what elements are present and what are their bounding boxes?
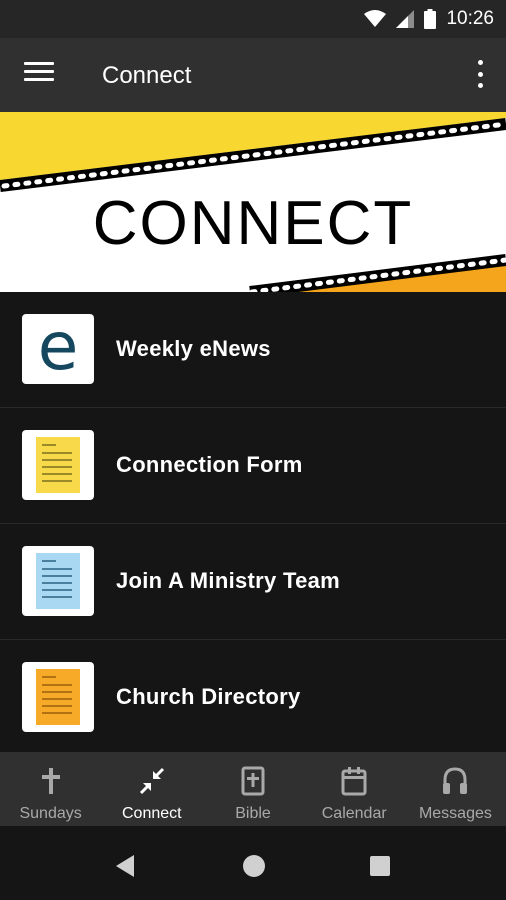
headphones-icon <box>443 767 468 794</box>
bible-icon <box>241 766 265 796</box>
bottom-navigation: Sundays Connect Bible Calendar Messages <box>0 752 506 826</box>
status-bar: 10:26 <box>0 0 506 38</box>
list-item-weekly-enews[interactable]: e Weekly eNews <box>0 292 506 408</box>
nav-label: Sundays <box>19 805 82 822</box>
system-navigation-bar <box>0 826 506 900</box>
cross-icon <box>41 768 60 794</box>
back-icon[interactable] <box>114 854 136 878</box>
yellow-document-icon <box>22 430 94 500</box>
list-item-label: Connection Form <box>116 452 303 477</box>
more-options-icon[interactable] <box>476 60 484 88</box>
nav-item-calendar[interactable]: Calendar <box>304 752 405 826</box>
list-item-church-directory[interactable]: Church Directory <box>0 640 506 756</box>
nav-item-bible[interactable]: Bible <box>202 752 303 826</box>
list-item-connection-form[interactable]: Connection Form <box>0 408 506 524</box>
nav-label: Connect <box>122 805 182 822</box>
status-icons: 10:26 <box>364 6 494 32</box>
list-item-label: Weekly eNews <box>116 336 271 361</box>
banner-title: CONNECT <box>92 189 414 258</box>
list-item-label: Church Directory <box>116 684 301 709</box>
orange-document-icon <box>22 662 94 732</box>
wifi-icon <box>364 10 387 27</box>
nav-label: Bible <box>235 805 271 822</box>
hamburger-menu-icon[interactable] <box>24 62 54 88</box>
app-bar-title: Connect <box>102 62 192 89</box>
list-item-join-ministry-team[interactable]: Join A Ministry Team <box>0 524 506 640</box>
enews-letter: e <box>37 314 79 384</box>
recents-icon[interactable] <box>369 855 391 877</box>
e-icon: e <box>22 314 94 384</box>
cell-signal-icon <box>396 10 415 28</box>
connect-list: e Weekly eNews Connection Form Join A Mi… <box>0 292 506 756</box>
nav-item-sundays[interactable]: Sundays <box>0 752 101 826</box>
calendar-icon <box>341 767 367 796</box>
nav-item-connect[interactable]: Connect <box>101 752 202 826</box>
app-bar: Connect <box>0 38 506 112</box>
home-icon[interactable] <box>242 854 266 878</box>
battery-icon <box>424 9 437 29</box>
blue-document-icon <box>22 546 94 616</box>
connect-arrows-icon <box>139 767 164 795</box>
nav-label: Calendar <box>321 805 387 822</box>
nav-label: Messages <box>418 805 492 822</box>
list-item-label: Join A Ministry Team <box>116 568 341 593</box>
nav-item-messages[interactable]: Messages <box>405 752 506 826</box>
connect-banner: CONNECT <box>0 112 506 292</box>
status-time: 10:26 <box>446 8 494 29</box>
